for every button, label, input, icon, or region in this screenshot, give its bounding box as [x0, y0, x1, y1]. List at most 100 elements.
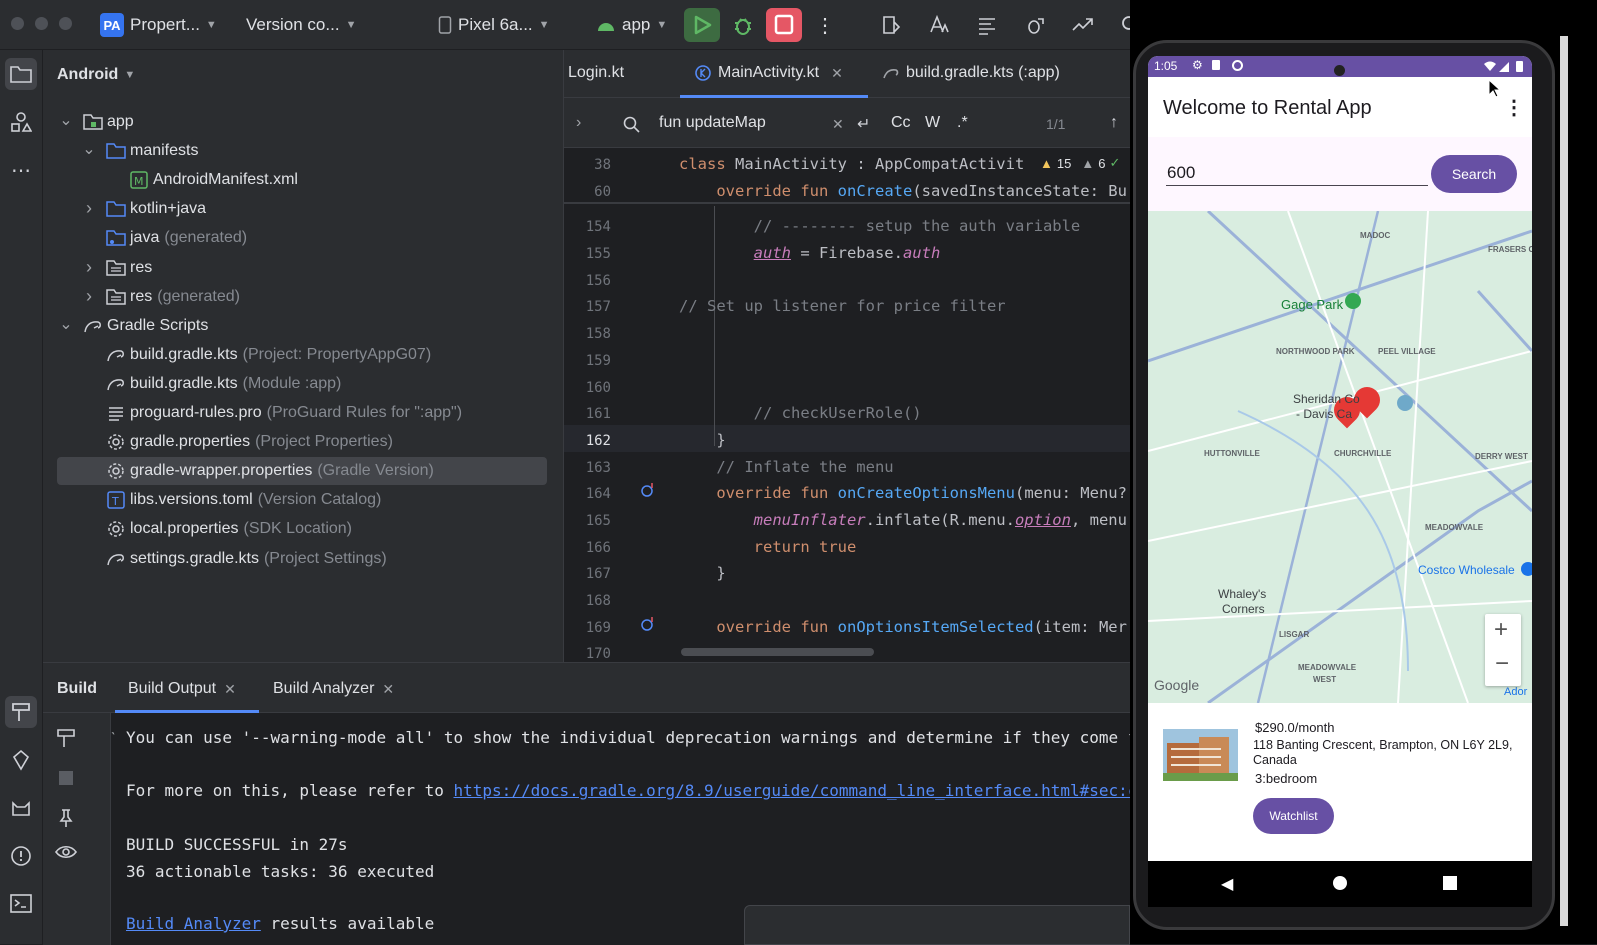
sync-gradle-button[interactable] — [878, 12, 904, 38]
code-line[interactable]: override fun onCreate(savedInstanceState… — [679, 182, 1127, 200]
stop-build-icon[interactable] — [55, 767, 77, 789]
tree-item[interactable]: local.properties (SDK Location) — [106, 516, 352, 542]
chevron-down-icon[interactable]: ⌄ — [59, 316, 73, 332]
stop-button[interactable] — [766, 8, 802, 42]
logcat-tool-button[interactable] — [5, 792, 37, 824]
terminal-tool-button[interactable] — [5, 888, 37, 920]
logcat-button[interactable] — [974, 12, 1000, 38]
hammer-icon[interactable] — [55, 727, 77, 749]
clear-search-icon[interactable]: ✕ — [832, 116, 844, 133]
code-line[interactable]: class MainActivity : AppCompatActivit — [679, 155, 1024, 173]
run-config-selector[interactable]: app ▼ — [596, 13, 667, 37]
notification-popup[interactable] — [744, 905, 1130, 945]
close-window-button[interactable] — [11, 17, 24, 30]
chevron-right-icon[interactable]: › — [576, 114, 581, 132]
tree-item[interactable]: gradle.properties (Project Properties) — [106, 429, 393, 455]
inspection-widget[interactable]: ▲ 15 ▲ 6 ✓ — [1040, 155, 1120, 171]
code-line[interactable]: override fun onCreateOptionsMenu(menu: M… — [679, 484, 1127, 502]
chevron-right-icon[interactable]: › — [82, 199, 96, 217]
code-line[interactable]: // -------- setup the auth variable — [679, 217, 1081, 235]
tree-item[interactable]: Gradle Scripts — [83, 313, 213, 339]
code-line[interactable]: // Set up listener for price filter — [679, 297, 1006, 315]
debug-button[interactable] — [730, 12, 756, 38]
whole-words-toggle[interactable]: W — [925, 114, 940, 132]
google-map[interactable]: MADOC FRASERS CORNERS Gage Park NORTHWOOD P… — [1148, 211, 1532, 703]
home-icon[interactable] — [1333, 876, 1347, 890]
tree-item[interactable]: settings.gradle.kts (Project Settings) — [106, 546, 387, 572]
override-gutter-icon[interactable] — [640, 482, 656, 498]
chevron-right-icon[interactable]: › — [82, 287, 96, 305]
project-tool-button[interactable] — [5, 58, 37, 90]
code-line[interactable]: } — [679, 564, 725, 582]
profiler-button[interactable] — [1070, 12, 1096, 38]
find-input[interactable]: fun updateMap — [659, 114, 766, 132]
code-line[interactable]: auth = Firebase.auth — [679, 244, 941, 262]
close-icon[interactable]: ✕ — [831, 65, 843, 82]
tree-item[interactable]: Tlibs.versions.toml (Version Catalog) — [106, 487, 381, 513]
eye-icon[interactable] — [55, 841, 77, 863]
chevron-down-icon[interactable]: ⌄ — [59, 113, 73, 129]
tree-item[interactable]: M AndroidManifest.xml — [129, 167, 303, 193]
gradle-docs-link[interactable]: https://docs.gradle.org/8.9/userguide/co… — [454, 781, 1148, 800]
vcs-selector[interactable]: Version co... ▼ — [246, 13, 356, 37]
project-selector[interactable]: PA Propert... ▼ — [100, 13, 217, 37]
previous-match-button[interactable]: ↑ — [1110, 114, 1118, 132]
code-area[interactable]: 38 60 154 155 156 157 158 159 160 161 162 163 164 165… — [564, 150, 1130, 662]
zoom-in-button[interactable]: + — [1494, 616, 1508, 644]
chevron-right-icon[interactable]: › — [82, 258, 96, 276]
tab-mainactivity-kt[interactable]: MainActivity.kt ✕ — [694, 64, 843, 82]
pin-icon[interactable] — [55, 807, 77, 829]
problems-tool-button[interactable] — [5, 840, 37, 872]
price-input[interactable]: 600 — [1167, 163, 1195, 183]
build-tool-button[interactable] — [5, 696, 37, 728]
code-line[interactable]: // Inflate the menu — [679, 458, 893, 476]
gemini-button[interactable] — [5, 744, 37, 776]
horizontal-scrollbar[interactable] — [681, 648, 874, 656]
code-line[interactable]: } — [679, 431, 725, 449]
code-line[interactable]: // checkUserRole() — [679, 404, 922, 422]
tree-item[interactable]: java (generated) — [106, 225, 247, 251]
tab-build-output[interactable]: Build Output ✕ — [128, 680, 236, 698]
chevron-down-icon[interactable]: ⌄ — [82, 142, 96, 158]
tab-build-analyzer[interactable]: Build Analyzer ✕ — [273, 680, 394, 698]
listing-card[interactable]: $290.0/month 118 Banting Crescent, Bramp… — [1148, 703, 1532, 861]
newline-icon[interactable]: ↵ — [857, 114, 870, 134]
watchlist-button[interactable]: Watchlist — [1253, 798, 1334, 834]
overflow-menu-icon[interactable]: ⋮ — [1504, 95, 1524, 120]
tree-item[interactable]: app — [83, 109, 139, 135]
tree-item[interactable]: proguard-rules.pro (ProGuard Rules for ":… — [106, 400, 462, 426]
close-icon[interactable]: ✕ — [382, 681, 394, 698]
search-button[interactable]: Search — [1431, 155, 1517, 193]
more-tools-button[interactable]: ⋯ — [5, 154, 37, 186]
code-line[interactable]: menuInflater.inflate(R.menu.option, menu — [679, 511, 1127, 529]
tree-item[interactable]: manifests — [106, 138, 203, 164]
recents-icon[interactable] — [1443, 876, 1457, 890]
device-selector[interactable]: Pixel 6a... ▼ — [438, 13, 550, 37]
project-view-selector[interactable]: Android ▼ — [57, 66, 135, 84]
more-actions-button[interactable]: ⋮ — [812, 12, 838, 38]
tab-login-kt[interactable]: Login.kt — [568, 64, 624, 82]
tab-build-gradle-app[interactable]: build.gradle.kts (:app) — [882, 64, 1060, 82]
regex-toggle[interactable]: .* — [957, 114, 968, 132]
code-line[interactable]: override fun onOptionsItemSelected(item:… — [679, 618, 1127, 636]
back-icon[interactable]: ◀ — [1221, 874, 1233, 894]
maximize-window-button[interactable] — [59, 17, 72, 30]
tree-item[interactable]: res (generated) — [106, 284, 240, 310]
translations-button[interactable] — [926, 12, 952, 38]
override-gutter-icon[interactable] — [640, 616, 656, 632]
minimize-window-button[interactable] — [35, 17, 48, 30]
bug-icon — [735, 18, 751, 35]
resource-manager-button[interactable] — [5, 106, 37, 138]
tree-item[interactable]: gradle-wrapper.properties (Gradle Version… — [106, 458, 434, 484]
tree-item[interactable]: build.gradle.kts (Module :app) — [106, 371, 341, 397]
attach-debugger-button[interactable] — [1022, 12, 1048, 38]
match-case-toggle[interactable]: Cc — [891, 114, 911, 132]
run-button[interactable] — [684, 8, 720, 42]
build-analyzer-link[interactable]: Build Analyzer — [126, 914, 261, 933]
zoom-out-button[interactable]: − — [1495, 650, 1509, 678]
tree-item[interactable]: res — [106, 255, 157, 281]
code-line[interactable]: return true — [679, 538, 857, 556]
tree-item[interactable]: kotlin+java — [106, 196, 211, 222]
tree-item[interactable]: build.gradle.kts (Project: PropertyAppG07… — [106, 342, 431, 368]
close-icon[interactable]: ✕ — [224, 681, 236, 698]
